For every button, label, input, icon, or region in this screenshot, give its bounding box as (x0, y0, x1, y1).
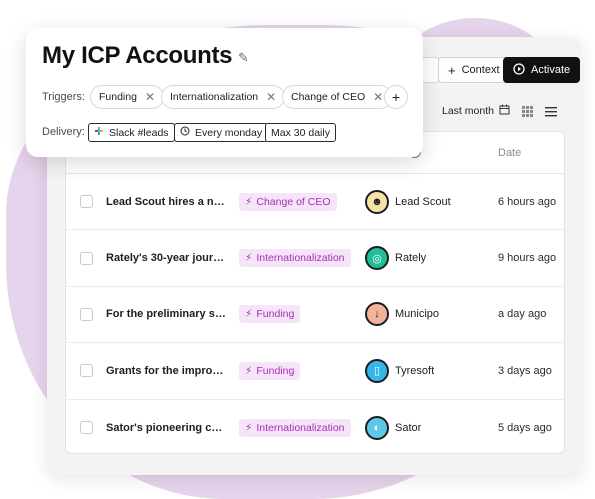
trigger-tag: ⚡ Change of CEO (239, 192, 337, 211)
company-logo: ◎ (365, 246, 389, 271)
play-circle-icon (513, 62, 525, 78)
row-date: a day ago (498, 308, 547, 321)
row-title[interactable]: For the preliminary stu... (106, 308, 228, 320)
row-checkbox[interactable] (80, 251, 93, 265)
table-row[interactable]: For the preliminary stu... ⚡ Funding ↓ Mu… (66, 287, 564, 344)
leads-table: Date Lead Scout hires a new... ⚡ Change o… (65, 131, 565, 454)
company-logo: ◐ (365, 415, 389, 440)
add-trigger-button[interactable]: + (384, 85, 408, 109)
trigger-tag-label: Funding (256, 308, 295, 321)
table-row[interactable]: Grants for the improve... ⚡ Funding ▯ Tyr… (66, 343, 564, 400)
trigger-tag-label: Internationalization (256, 421, 345, 434)
close-icon[interactable]: ✕ (266, 90, 276, 104)
date-filter-label: Last month (442, 105, 494, 117)
bolt-icon: ⚡ (245, 308, 253, 321)
table-row[interactable]: Sator's pioneering che... ⚡ International… (66, 400, 564, 453)
company-name: Lead Scout (395, 195, 451, 208)
trigger-chip-label: Change of CEO (291, 91, 366, 103)
row-date: 3 days ago (498, 364, 552, 377)
company-logo: ▯ (365, 358, 389, 383)
trigger-tag-label: Funding (256, 364, 295, 377)
pencil-icon[interactable]: ✎ (238, 50, 249, 66)
bolt-icon: ⚡ (245, 364, 253, 377)
bolt-icon: ⚡ (245, 252, 253, 265)
trigger-tag-label: Internationalization (256, 252, 345, 265)
row-title[interactable]: Grants for the improve... (106, 365, 228, 377)
row-title[interactable]: Sator's pioneering che... (106, 422, 228, 434)
company-name: Rately (395, 252, 427, 265)
close-icon[interactable]: ✕ (145, 90, 155, 104)
date-column-header[interactable]: Date (498, 147, 521, 159)
trigger-chip-funding[interactable]: Funding ✕ (90, 85, 165, 109)
page-title: My ICP Accounts (42, 42, 233, 69)
slack-icon (94, 126, 104, 139)
context-button[interactable]: + Context (438, 57, 510, 83)
row-checkbox[interactable] (80, 307, 93, 321)
delivery-label: Delivery: (42, 126, 85, 138)
delivery-chip-label: Max 30 daily (271, 126, 330, 139)
date-filter[interactable]: Last month (442, 104, 510, 118)
trigger-chip-label: Internationalization (170, 91, 259, 103)
calendar-icon (499, 104, 510, 118)
row-title[interactable]: Rately's 30-year journey... (106, 252, 228, 264)
company-name: Tyresoft (395, 364, 435, 377)
icp-settings-card: My ICP Accounts ✎ Triggers: Funding ✕ Int… (26, 28, 423, 157)
delivery-chip-label: Every monday (195, 126, 263, 139)
list-view-icon[interactable] (545, 104, 557, 122)
row-title[interactable]: Lead Scout hires a new... (106, 196, 228, 208)
row-checkbox[interactable] (80, 195, 93, 209)
delivery-chip-slack[interactable]: Slack #leads (88, 123, 175, 142)
company-logo: ↓ (365, 302, 389, 327)
delivery-chip-label: Slack #leads (109, 126, 169, 139)
table-row[interactable]: Rately's 30-year journey... ⚡ Internation… (66, 230, 564, 287)
trigger-tag-label: Change of CEO (256, 195, 331, 208)
trigger-tag: ⚡ Funding (239, 305, 301, 324)
plus-icon: + (448, 62, 456, 78)
context-button-label: Context (461, 64, 500, 76)
bolt-icon: ⚡ (245, 195, 253, 208)
delivery-chip-schedule[interactable]: Every monday (174, 123, 269, 142)
close-icon[interactable]: ✕ (373, 90, 383, 104)
row-date: 5 days ago (498, 421, 552, 434)
triggers-label: Triggers: (42, 91, 85, 103)
activate-button-label: Activate (531, 64, 571, 76)
row-date: 6 hours ago (498, 195, 557, 208)
company-name: Municipo (395, 308, 440, 321)
trigger-tag: ⚡ Funding (239, 361, 301, 380)
table-row[interactable]: Lead Scout hires a new... ⚡ Change of CEO… (66, 174, 564, 231)
trigger-tag: ⚡ Internationalization (239, 249, 351, 268)
company-name: Sator (395, 421, 422, 434)
delivery-chip-limit[interactable]: Max 30 daily (265, 123, 336, 142)
bolt-icon: ⚡ (245, 421, 253, 434)
trigger-chip-label: Funding (99, 91, 137, 103)
activate-button[interactable]: Activate (503, 57, 581, 83)
trigger-chip-internationalization[interactable]: Internationalization ✕ (161, 85, 286, 109)
row-date: 9 hours ago (498, 252, 557, 265)
grid-view-icon[interactable] (522, 104, 533, 122)
clock-icon (180, 126, 190, 139)
row-checkbox[interactable] (80, 421, 93, 435)
trigger-chip-change-of-ceo[interactable]: Change of CEO ✕ (282, 85, 393, 109)
company-logo: ☻ (365, 189, 389, 214)
plus-icon: + (391, 89, 401, 105)
row-checkbox[interactable] (80, 364, 93, 378)
trigger-tag: ⚡ Internationalization (239, 418, 351, 437)
